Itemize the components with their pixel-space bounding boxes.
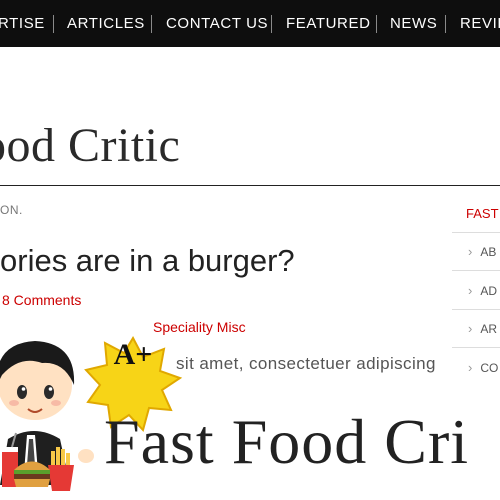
nav-separator [53,15,54,33]
header-divider [0,185,500,186]
sidebar-item-label: AB [480,245,497,259]
category-links[interactable]: Speciality Misc [0,319,246,335]
chevron-right-icon: › [468,283,473,298]
nav-item-featured[interactable]: FEATURED [286,0,371,47]
nav-item-advertise[interactable]: RTISE [0,0,45,47]
nav-item-news[interactable]: NEWS [390,0,437,47]
nav-separator [151,15,152,33]
nav-item-reviews[interactable]: REVIE [460,0,500,47]
nav-separator [271,15,272,33]
chevron-right-icon: › [468,244,473,259]
sidebar-divider [452,232,500,233]
breadcrumb: ON. [0,203,23,217]
fries-icon [48,447,74,491]
hand-icon [78,449,94,463]
chevron-right-icon: › [468,321,473,336]
sidebar-item[interactable]: › AB [468,244,496,259]
nav-separator [445,15,446,33]
sidebar-divider [452,270,500,271]
sidebar-item[interactable]: › AR [468,321,497,336]
sidebar-item-label: AR [480,322,498,336]
promo-logo-text: Fast Food Cri [104,406,470,477]
comments-link[interactable]: 8 Comments [2,292,81,308]
sidebar-heading: FAST [466,206,499,221]
sidebar-item[interactable]: › AD [468,283,497,298]
nav-separator [376,15,377,33]
site-logo-title[interactable]: ood Critic [0,118,180,173]
nav-item-contact-us[interactable]: CONTACT US [166,0,268,47]
sidebar-item-label: AD [480,284,498,298]
badge-grade: A+ [113,338,153,371]
sidebar-divider [452,309,500,310]
nav-item-articles[interactable]: ARTICLES [67,0,145,47]
category-link-speciality-misc[interactable]: Speciality Misc [153,319,246,335]
top-navigation: RTISE ARTICLES CONTACT US FEATURED NEWS … [0,0,500,47]
post-title[interactable]: ories are in a burger? [0,243,295,279]
